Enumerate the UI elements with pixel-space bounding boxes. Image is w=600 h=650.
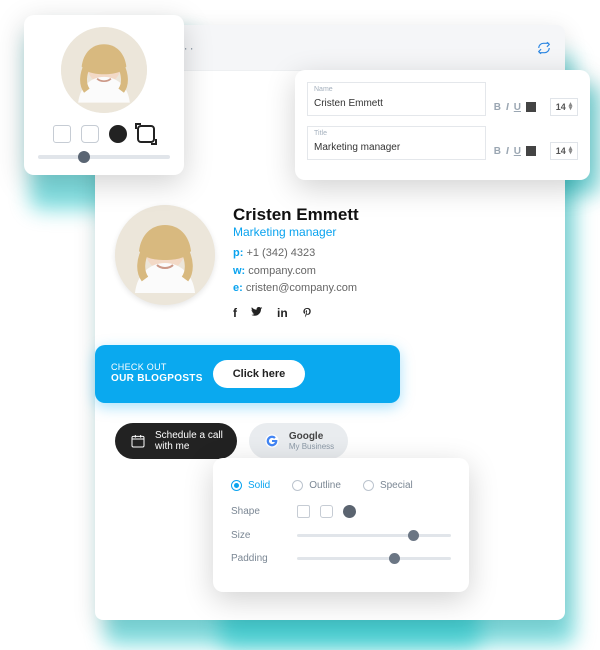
title-field-row: Title B I U 14 ▴▾	[307, 126, 578, 160]
google-business-text: GoogleMy Business	[289, 431, 334, 451]
color-swatch[interactable]	[526, 102, 536, 112]
font-size-stepper[interactable]: 14 ▴▾	[550, 142, 578, 160]
shape-rounded[interactable]	[81, 125, 99, 143]
name-input[interactable]	[314, 98, 479, 109]
name-field-label: Name	[314, 86, 479, 93]
cta-banner[interactable]: CHECK OUT OUR BLOGPOSTS Click here	[95, 345, 400, 403]
avatar-shape-popover	[24, 15, 184, 175]
cta-button[interactable]: Click here	[213, 360, 306, 388]
style-options-row: Solid Outline Special	[231, 480, 451, 491]
size-control-row: Size	[231, 530, 451, 541]
title-field[interactable]: Title	[307, 126, 486, 160]
underline-button[interactable]: U	[514, 102, 521, 113]
avatar-size-slider[interactable]	[38, 155, 170, 159]
stepper-arrows: ▴▾	[569, 147, 573, 155]
schedule-call-text: Schedule a callwith me	[155, 430, 223, 452]
style-option-special[interactable]: Special	[363, 480, 413, 491]
avatar-preview-small	[61, 27, 147, 113]
linkedin-icon[interactable]: in	[277, 306, 288, 320]
signature-title: Marketing manager	[233, 225, 359, 239]
avatar-image	[115, 205, 215, 305]
bold-button[interactable]: B	[494, 146, 501, 157]
size-label: Size	[231, 530, 279, 541]
padding-label: Padding	[231, 553, 279, 564]
bold-button[interactable]: B	[494, 102, 501, 113]
shape-opt-square[interactable]	[297, 505, 310, 518]
shape-swatch-row	[38, 125, 170, 143]
padding-slider[interactable]	[297, 557, 451, 560]
italic-button[interactable]: I	[506, 102, 509, 113]
refresh-button[interactable]	[537, 41, 551, 55]
signature-avatar[interactable]	[115, 205, 215, 305]
field-editor-popover: Name B I U 14 ▴▾ Title B I U 14	[295, 70, 590, 180]
shape-square[interactable]	[53, 125, 71, 143]
shape-circle[interactable]	[109, 125, 127, 143]
shape-swatches	[297, 505, 451, 518]
color-swatch[interactable]	[526, 146, 536, 156]
size-slider[interactable]	[297, 534, 451, 537]
social-icons: f in	[233, 306, 359, 320]
avatar-image-small	[61, 27, 147, 113]
title-format-controls: B I U 14 ▴▾	[494, 142, 578, 160]
shape-opt-rounded[interactable]	[320, 505, 333, 518]
padding-knob[interactable]	[389, 553, 400, 564]
stepper-arrows: ▴▾	[569, 103, 573, 111]
loop-icon	[537, 41, 551, 55]
facebook-icon[interactable]: f	[233, 306, 237, 320]
twitter-icon[interactable]	[251, 306, 263, 320]
addon-buttons-row: Schedule a callwith me GoogleMy Business	[115, 423, 348, 459]
cta-text: CHECK OUT OUR BLOGPOSTS	[111, 362, 203, 386]
shape-opt-circle[interactable]	[343, 505, 356, 518]
google-business-button[interactable]: GoogleMy Business	[249, 423, 348, 459]
underline-button[interactable]: U	[514, 146, 521, 157]
italic-button[interactable]: I	[506, 146, 509, 157]
signature-web: w: company.com	[233, 263, 359, 281]
name-format-controls: B I U 14 ▴▾	[494, 98, 578, 116]
signature-phone: p: +1 (342) 4323	[233, 245, 359, 263]
google-icon	[263, 432, 281, 450]
padding-control-row: Padding	[231, 553, 451, 564]
schedule-call-button[interactable]: Schedule a callwith me	[115, 423, 237, 459]
signature-email: e: cristen@company.com	[233, 280, 359, 298]
title-field-label: Title	[314, 130, 479, 137]
calendar-icon	[129, 432, 147, 450]
shape-label: Shape	[231, 506, 279, 517]
shape-framed[interactable]	[137, 125, 155, 143]
style-option-outline[interactable]: Outline	[292, 480, 341, 491]
signature-preview: Cristen Emmett Marketing manager p: +1 (…	[115, 205, 359, 320]
signature-text-block: Cristen Emmett Marketing manager p: +1 (…	[233, 205, 359, 320]
shape-control-row: Shape	[231, 505, 451, 518]
style-popover: Solid Outline Special Shape Size Padding	[213, 458, 469, 592]
slider-knob[interactable]	[78, 151, 90, 163]
signature-name: Cristen Emmett	[233, 205, 359, 225]
size-knob[interactable]	[408, 530, 419, 541]
title-input[interactable]	[314, 142, 479, 153]
name-field-row: Name B I U 14 ▴▾	[307, 82, 578, 116]
style-option-solid[interactable]: Solid	[231, 480, 270, 491]
pinterest-icon[interactable]	[302, 306, 313, 320]
font-size-stepper[interactable]: 14 ▴▾	[550, 98, 578, 116]
name-field[interactable]: Name	[307, 82, 486, 116]
